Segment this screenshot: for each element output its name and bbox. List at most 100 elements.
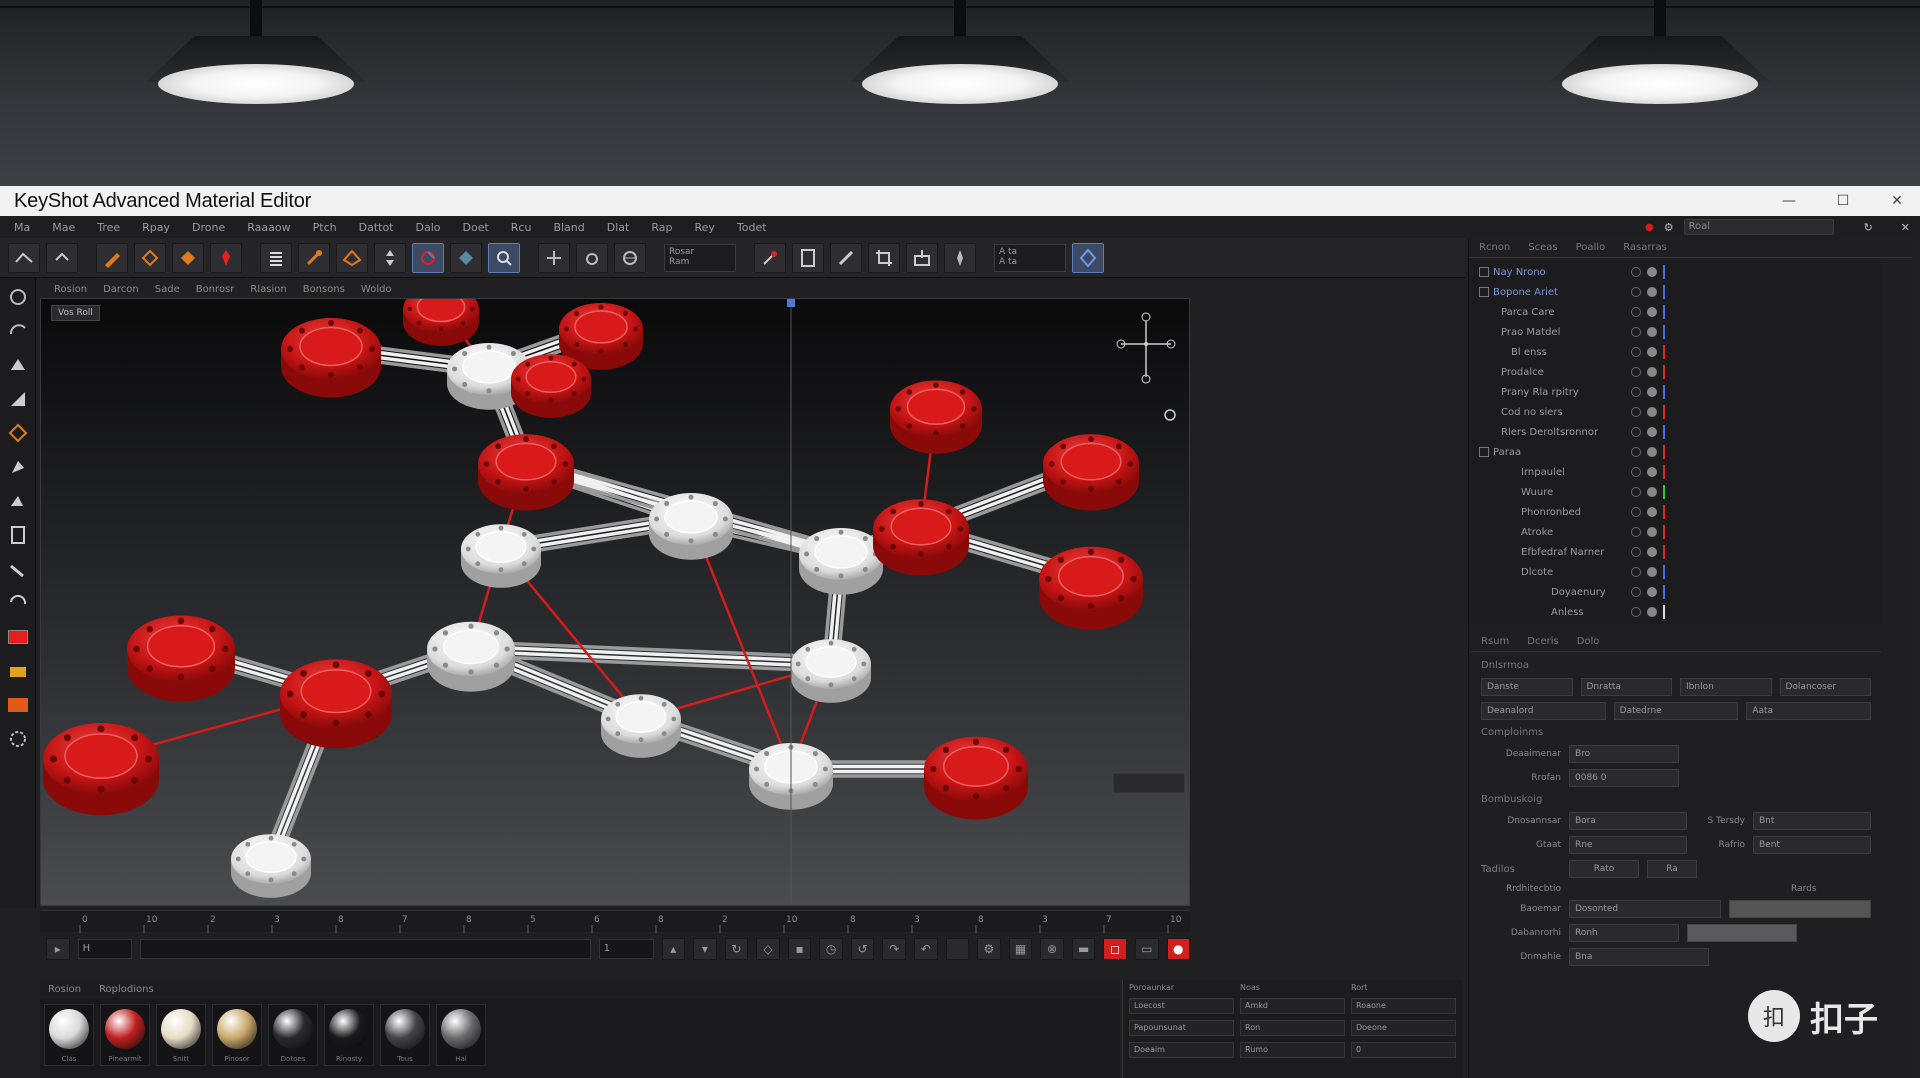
dropdown[interactable]: Aata bbox=[1746, 702, 1872, 720]
scene-tab[interactable]: Poallo bbox=[1576, 242, 1606, 253]
material-dot-icon[interactable] bbox=[1647, 547, 1657, 557]
material-dot-icon[interactable] bbox=[1647, 607, 1657, 617]
tree-row[interactable]: Irnpaulel bbox=[1471, 462, 1881, 482]
menu-item[interactable]: Dattot bbox=[359, 221, 394, 234]
tree-row[interactable]: Prany Rla rpitry bbox=[1471, 382, 1881, 402]
rotate-icon[interactable] bbox=[3, 316, 33, 346]
red-node[interactable] bbox=[890, 380, 982, 454]
material-dot-icon[interactable] bbox=[1647, 487, 1657, 497]
material-dot-icon[interactable] bbox=[1647, 447, 1657, 457]
view-controls[interactable] bbox=[1112, 772, 1186, 794]
globe-icon[interactable] bbox=[614, 242, 646, 273]
material-swatch[interactable]: Pinearmit bbox=[100, 1004, 150, 1066]
stop-icon[interactable]: ● bbox=[1166, 938, 1191, 960]
layers-icon[interactable] bbox=[260, 242, 292, 273]
wrench-icon[interactable] bbox=[3, 554, 33, 584]
camera-select[interactable]: A ta A ta bbox=[994, 243, 1066, 272]
visibility-eye-icon[interactable] bbox=[1631, 287, 1641, 297]
viewport-tab[interactable]: Rlasion bbox=[250, 284, 286, 295]
bookmark-icon[interactable]: ▬ bbox=[1071, 938, 1096, 960]
prop-field[interactable]: Amkd bbox=[1240, 998, 1345, 1014]
brush-icon[interactable] bbox=[172, 242, 204, 273]
red-node[interactable] bbox=[43, 723, 159, 816]
menu-item[interactable]: Ptch bbox=[313, 221, 337, 234]
pin-icon[interactable] bbox=[210, 242, 242, 273]
render-mode-select[interactable]: Rosar Ram bbox=[664, 243, 736, 272]
dropdown[interactable]: Bro bbox=[1569, 745, 1679, 763]
tree-row[interactable]: Bopone Ariet bbox=[1471, 282, 1881, 302]
material-dot-icon[interactable] bbox=[1647, 367, 1657, 377]
menu-item[interactable]: Drone bbox=[192, 221, 225, 234]
button[interactable]: Rato bbox=[1569, 860, 1639, 878]
material-swatch[interactable]: Rinosty bbox=[324, 1004, 374, 1066]
time-icon[interactable]: ◷ bbox=[819, 938, 843, 960]
visibility-eye-icon[interactable] bbox=[1631, 607, 1641, 617]
material-dot-icon[interactable] bbox=[1647, 267, 1657, 277]
light-bulb-icon[interactable] bbox=[3, 656, 33, 686]
visibility-eye-icon[interactable] bbox=[1631, 587, 1641, 597]
red-node[interactable] bbox=[1039, 546, 1143, 630]
scrubber-track[interactable] bbox=[140, 939, 591, 959]
frame-field[interactable]: H bbox=[77, 939, 133, 959]
material-dot-icon[interactable] bbox=[1647, 387, 1657, 397]
red-node[interactable] bbox=[403, 299, 479, 346]
export-icon[interactable] bbox=[906, 242, 938, 273]
monitor-icon[interactable]: ▭ bbox=[1134, 938, 1159, 960]
prop-field[interactable]: Roaone bbox=[1351, 998, 1456, 1014]
visibility-eye-icon[interactable] bbox=[1631, 307, 1641, 317]
crop-icon[interactable] bbox=[868, 242, 900, 273]
checkbox[interactable] bbox=[1479, 447, 1489, 457]
visibility-eye-icon[interactable] bbox=[1631, 527, 1641, 537]
material-dot-icon[interactable] bbox=[1647, 587, 1657, 597]
viewport-tab[interactable]: Darcon bbox=[103, 284, 139, 295]
material-dot-icon[interactable] bbox=[1647, 287, 1657, 297]
redo-icon[interactable]: ↷ bbox=[882, 938, 907, 960]
viewport-tab[interactable]: Rosion bbox=[54, 284, 87, 295]
material-swatch[interactable]: Snitt bbox=[156, 1004, 206, 1066]
menu-item[interactable]: Mae bbox=[52, 221, 75, 234]
dropdown[interactable]: Ronh bbox=[1569, 924, 1679, 942]
dropdown[interactable]: Bora bbox=[1569, 812, 1687, 830]
visibility-eye-icon[interactable] bbox=[1631, 427, 1641, 437]
visibility-eye-icon[interactable] bbox=[1631, 367, 1641, 377]
prop-field[interactable]: Doeaim bbox=[1129, 1042, 1234, 1058]
minimize-button[interactable]: — bbox=[1780, 193, 1798, 209]
checkbox[interactable] bbox=[1479, 287, 1489, 297]
menu-item[interactable]: Dalo bbox=[416, 221, 441, 234]
fps-icon[interactable]: ▦ bbox=[1008, 938, 1033, 960]
visibility-eye-icon[interactable] bbox=[1631, 487, 1641, 497]
prop-field[interactable]: Papounsunat bbox=[1129, 1020, 1234, 1036]
white-node[interactable] bbox=[231, 834, 311, 898]
record-button-icon[interactable]: ◻ bbox=[1103, 938, 1127, 960]
material-dot-icon[interactable] bbox=[1647, 407, 1657, 417]
texture-icon[interactable] bbox=[3, 690, 33, 720]
dropdown[interactable]: Ibnlon bbox=[1680, 678, 1772, 696]
tree-row[interactable]: Dlcote bbox=[1471, 562, 1881, 582]
checkbox[interactable] bbox=[1479, 267, 1489, 277]
tree-row[interactable]: Wuure bbox=[1471, 482, 1881, 502]
material-tab[interactable]: Dolo bbox=[1577, 636, 1600, 647]
blank-slot-icon[interactable] bbox=[945, 938, 970, 960]
menu-item[interactable]: Rap bbox=[651, 221, 672, 234]
step-up-icon[interactable]: ▴ bbox=[661, 938, 686, 960]
menu-item[interactable]: Rcu bbox=[511, 221, 532, 234]
zoom-icon[interactable] bbox=[488, 242, 520, 273]
prop-field[interactable]: 0 bbox=[1351, 1042, 1456, 1058]
matlib-tab[interactable]: Roplodions bbox=[99, 984, 154, 995]
white-node[interactable] bbox=[461, 524, 541, 588]
menu-item[interactable]: Doet bbox=[463, 221, 489, 234]
tree-row[interactable]: Atroke bbox=[1471, 522, 1881, 542]
material-dot-icon[interactable] bbox=[1647, 467, 1657, 477]
red-node[interactable] bbox=[1043, 434, 1139, 511]
viewport-tab[interactable]: Bonsons bbox=[303, 284, 345, 295]
tree-row[interactable]: Doyaenury bbox=[1471, 582, 1881, 602]
material-dot-icon[interactable] bbox=[1647, 507, 1657, 517]
viewport-tab[interactable]: Sade bbox=[155, 284, 180, 295]
tree-row[interactable]: Anless bbox=[1471, 602, 1881, 622]
compass-icon[interactable] bbox=[944, 242, 976, 273]
visibility-eye-icon[interactable] bbox=[1631, 447, 1641, 457]
white-node[interactable] bbox=[427, 621, 515, 692]
refresh-icon[interactable]: ↺ bbox=[850, 938, 875, 960]
visibility-eye-icon[interactable] bbox=[1631, 467, 1641, 477]
undo-icon[interactable] bbox=[8, 242, 40, 273]
